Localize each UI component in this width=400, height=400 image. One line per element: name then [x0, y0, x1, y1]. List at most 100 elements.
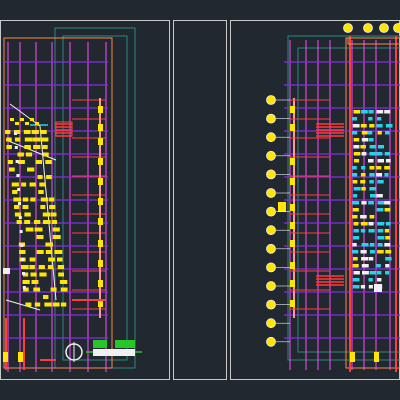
- cad-drawing-canvas: [0, 20, 400, 380]
- column-marker: [290, 300, 295, 307]
- scale-bar-segment: [93, 340, 107, 348]
- room-block: [368, 159, 374, 163]
- furniture-block: [31, 130, 39, 134]
- furniture-block: [6, 137, 12, 142]
- room-block: [352, 173, 358, 177]
- column-marker: [290, 222, 295, 229]
- room-block: [352, 215, 358, 219]
- room-block: [377, 222, 385, 226]
- room-block: [360, 173, 366, 177]
- furniture-block: [58, 272, 64, 277]
- grid-bubble-icon: [379, 23, 389, 33]
- furniture-block: [27, 167, 35, 172]
- furniture-block: [16, 220, 22, 224]
- furniture-block: [22, 205, 29, 209]
- room-block: [368, 131, 373, 135]
- top-grid-bubbles: [343, 23, 400, 33]
- room-block: [352, 243, 357, 247]
- room-block: [368, 278, 373, 282]
- room-block: [369, 243, 375, 247]
- furniture-block: [40, 197, 49, 202]
- furniture-block: [49, 197, 55, 202]
- room-block: [376, 124, 383, 128]
- room-block: [361, 201, 367, 205]
- room-block: [352, 264, 359, 268]
- room-block: [385, 131, 390, 135]
- room-block: [376, 152, 383, 156]
- room-block: [376, 166, 382, 170]
- room-block: [384, 201, 391, 205]
- column-marker: [290, 178, 295, 185]
- column-marker: [98, 138, 103, 145]
- cad-drawing-viewport[interactable]: [0, 0, 400, 400]
- column-marker: [290, 158, 295, 165]
- furniture-block: [47, 265, 53, 269]
- furniture-block: [45, 242, 53, 247]
- furniture-block: [33, 145, 41, 149]
- furniture-block: [21, 265, 29, 269]
- column-marker: [98, 300, 103, 307]
- furniture-marks: [3, 103, 68, 362]
- room-block: [361, 110, 368, 114]
- column-marker: [18, 352, 23, 362]
- column-marker: [98, 260, 103, 267]
- furniture-block: [50, 212, 57, 217]
- room-block: [368, 110, 374, 114]
- column-marker: [278, 202, 286, 212]
- room-block: [353, 138, 360, 142]
- furniture-block: [36, 250, 44, 254]
- room-block: [377, 131, 382, 135]
- furniture-block: [20, 118, 24, 121]
- room-block: [361, 257, 368, 261]
- room-block: [377, 250, 384, 254]
- room-block: [376, 110, 384, 114]
- room-block: [368, 257, 374, 261]
- room-block: [360, 250, 367, 254]
- room-block: [369, 173, 375, 177]
- furniture-block: [17, 152, 24, 157]
- fixture-mark: [16, 174, 20, 177]
- room-block: [377, 278, 382, 282]
- room-block: [376, 271, 382, 275]
- room-block: [377, 243, 383, 247]
- fixture-mark: [18, 202, 21, 205]
- furniture-block: [24, 145, 31, 149]
- column-marker: [290, 262, 295, 269]
- grid-bubble-icon: [266, 95, 276, 105]
- column-marker: [350, 352, 355, 362]
- furniture-block: [31, 280, 39, 284]
- room-block: [353, 145, 360, 149]
- room-block: [353, 236, 360, 240]
- room-block: [360, 285, 366, 289]
- furniture-block: [37, 175, 43, 179]
- room-block: [352, 131, 358, 135]
- room-block: [384, 173, 389, 177]
- room-block: [352, 250, 359, 254]
- column-marker: [290, 204, 295, 211]
- furniture-block: [21, 182, 27, 187]
- furniture-block: [24, 220, 31, 224]
- room-block: [361, 131, 368, 135]
- fixture-mark: [14, 146, 18, 149]
- grid-bubbles: [266, 95, 290, 347]
- grid-bubble-icon: [266, 243, 276, 254]
- fixture-mark: [21, 258, 25, 261]
- furniture-block: [29, 182, 36, 187]
- fixture-mark: [15, 160, 19, 163]
- furniture-block: [30, 118, 34, 121]
- room-block: [385, 124, 393, 128]
- furniture-block: [45, 160, 52, 164]
- room-block: [368, 138, 374, 142]
- furniture-block: [14, 212, 22, 217]
- grid-bubble-icon: [266, 150, 276, 161]
- top-band: [347, 37, 400, 45]
- middle-sheet-frame: [173, 20, 227, 380]
- room-block: [361, 152, 367, 156]
- furniture-block: [51, 220, 57, 224]
- grid-bubble-icon: [266, 281, 276, 291]
- furniture-block: [18, 160, 25, 164]
- furniture-block: [14, 137, 21, 142]
- grid-bubble-icon: [393, 23, 400, 33]
- grid-bubble-icon: [266, 132, 276, 143]
- furniture-block: [13, 197, 21, 202]
